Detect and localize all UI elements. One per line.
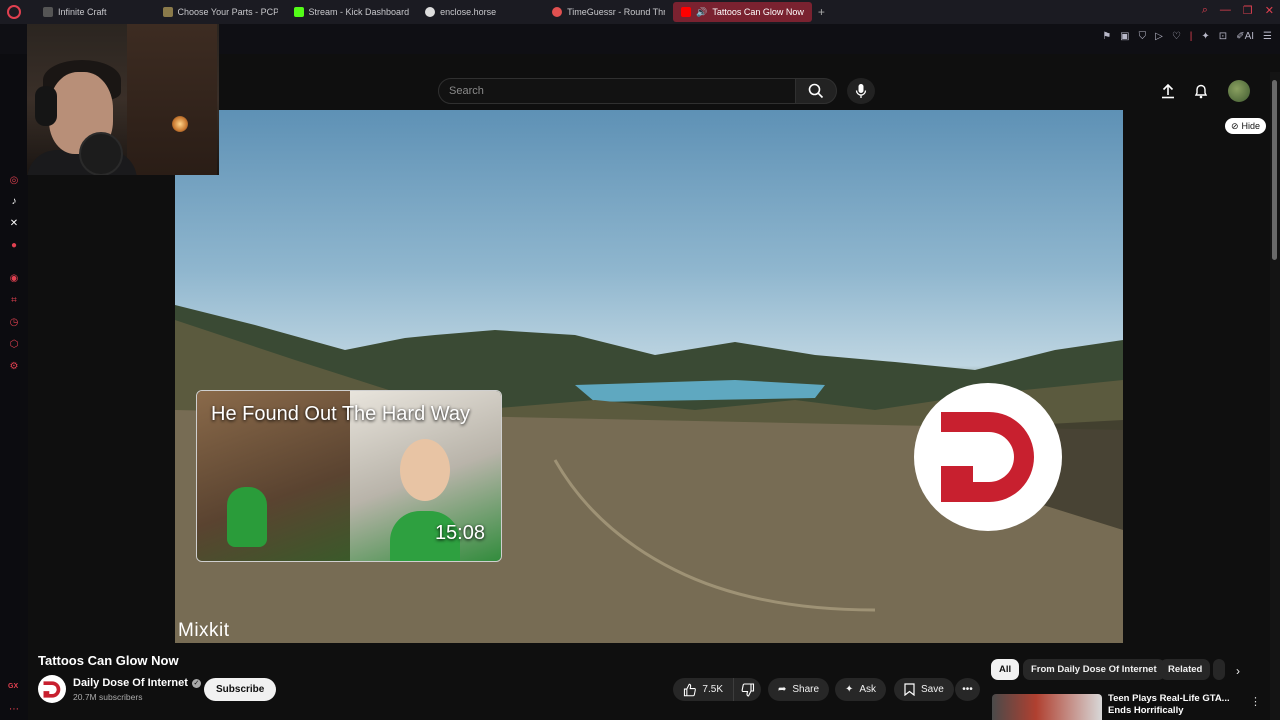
daily-dose-logo-icon bbox=[941, 412, 1034, 502]
more-horizontal-icon: ••• bbox=[962, 684, 973, 695]
endcard-duration: 15:08 bbox=[434, 522, 485, 544]
channel-endcard-logo[interactable] bbox=[914, 383, 1062, 531]
page-scrollbar[interactable] bbox=[1270, 72, 1280, 720]
pin-icon[interactable]: ⚑ bbox=[1102, 31, 1111, 42]
recommended-video-thumbnail[interactable] bbox=[992, 694, 1102, 720]
tab-timeguessr[interactable]: TimeGuessr - Round Thre bbox=[544, 0, 673, 24]
video-player[interactable] bbox=[175, 110, 1123, 643]
tab-tattoos-can-glow-now[interactable]: 🔊 Tattoos Can Glow Now bbox=[673, 2, 812, 22]
snapshot-icon[interactable]: ▣ bbox=[1120, 31, 1129, 42]
thumbs-up-icon bbox=[683, 683, 696, 696]
search-button[interactable] bbox=[795, 78, 837, 104]
verified-icon: ✓ bbox=[191, 678, 201, 688]
like-button[interactable]: 7.5K bbox=[673, 678, 733, 701]
chevron-right-icon[interactable]: › bbox=[1236, 664, 1240, 678]
channel-avatar[interactable] bbox=[38, 675, 66, 703]
more-vertical-icon[interactable]: ⋮ bbox=[1250, 695, 1261, 708]
subscriber-count: 20.7M subscribers bbox=[73, 692, 143, 702]
extensions-icon[interactable]: ✦ bbox=[1201, 31, 1209, 42]
endcard-video-thumbnail[interactable]: He Found Out The Hard Way 15:08 bbox=[196, 390, 502, 562]
tab-kick-dashboard[interactable]: Stream - Kick Dashboard bbox=[286, 0, 418, 24]
play-icon[interactable]: ▷ bbox=[1155, 31, 1163, 42]
thumbnail-figure bbox=[227, 487, 267, 547]
share-button[interactable]: ➦ Share bbox=[768, 678, 830, 701]
youtube-favicon-icon bbox=[681, 7, 692, 17]
upload-icon[interactable] bbox=[1159, 82, 1177, 100]
channel-logo-icon bbox=[43, 680, 61, 698]
aria-ai-button[interactable]: ✐AI bbox=[1236, 31, 1254, 42]
history-icon[interactable]: ◷ bbox=[8, 316, 20, 328]
minimize-icon[interactable]: — bbox=[1220, 4, 1231, 17]
shield-icon[interactable]: ⛉ bbox=[1139, 31, 1147, 42]
window-controls: ⌕ — ❐ ✕ bbox=[1202, 4, 1274, 17]
chip-related[interactable]: Related bbox=[1160, 659, 1211, 680]
subscribe-button[interactable]: Subscribe bbox=[204, 678, 277, 701]
new-tab-button[interactable]: + bbox=[818, 5, 825, 19]
eye-off-icon: ⊘ bbox=[1231, 120, 1239, 131]
chip-from-channel[interactable]: From Daily Dose Of Internet bbox=[1023, 659, 1165, 680]
hide-button[interactable]: ⊘ Hide bbox=[1225, 118, 1267, 134]
close-icon[interactable]: ✕ bbox=[1265, 4, 1274, 17]
streamer-webcam-overlay bbox=[27, 24, 219, 175]
channel-name[interactable]: Daily Dose Of Internet ✓ bbox=[73, 677, 201, 689]
account-avatar[interactable] bbox=[1228, 80, 1250, 102]
chip-partial[interactable] bbox=[1213, 659, 1225, 680]
gx-label: GX bbox=[8, 683, 19, 690]
headset-icon bbox=[35, 86, 57, 126]
extensions-sidebar-icon[interactable]: ⬡ bbox=[8, 338, 20, 350]
search-icon bbox=[808, 83, 824, 99]
opera-logo-icon[interactable] bbox=[7, 5, 21, 19]
endcard-title: He Found Out The Hard Way bbox=[211, 403, 471, 425]
instagram-icon[interactable]: ◎ bbox=[8, 174, 20, 186]
video-watermark: Mixkit bbox=[178, 620, 230, 641]
infinite-icon bbox=[43, 7, 53, 17]
timeguessr-icon bbox=[552, 7, 563, 17]
tab-enclose-horse[interactable]: enclose.horse bbox=[417, 0, 504, 24]
lock-icon[interactable]: ⊡ bbox=[1219, 31, 1227, 42]
landscape-scene bbox=[175, 305, 1123, 643]
divider-icon: | bbox=[1189, 31, 1193, 42]
thumbs-down-icon bbox=[741, 682, 754, 697]
notifications-bell-icon[interactable] bbox=[1192, 82, 1210, 100]
x-icon[interactable]: ✕ bbox=[8, 217, 20, 229]
scrollbar-thumb[interactable] bbox=[1272, 80, 1277, 260]
music-icon[interactable]: ● bbox=[8, 239, 20, 251]
pinboard-icon[interactable]: ⌗ bbox=[8, 294, 20, 306]
maximize-icon[interactable]: ❐ bbox=[1243, 4, 1253, 17]
pcpartpicker-icon bbox=[162, 7, 173, 17]
dislike-button[interactable] bbox=[733, 678, 761, 701]
browser-tab-strip: Infinite Craft Choose Your Parts - PCPa … bbox=[0, 0, 1280, 24]
tab-choose-your-parts[interactable]: Choose Your Parts - PCPa bbox=[155, 0, 286, 24]
bookmark-icon bbox=[904, 683, 915, 696]
horse-icon bbox=[425, 7, 436, 17]
chip-all[interactable]: All bbox=[991, 659, 1020, 680]
kick-icon bbox=[293, 7, 304, 17]
sparkle-icon: ✦ bbox=[845, 684, 854, 695]
microphone-prop bbox=[79, 132, 123, 175]
player-icon[interactable]: ◉ bbox=[8, 272, 20, 284]
more-actions-button[interactable]: ••• bbox=[955, 678, 980, 701]
extension-toolbar: ⚑ ▣ ⛉ ▷ ♡ | ✦ ⊡ ✐AI ☰ bbox=[1102, 31, 1272, 42]
settings-icon[interactable]: ⚙ bbox=[8, 360, 20, 372]
ask-button[interactable]: ✦ Ask bbox=[835, 678, 887, 701]
search-input[interactable]: Search bbox=[438, 78, 796, 104]
menu-icon[interactable]: ☰ bbox=[1263, 31, 1272, 42]
heart-icon[interactable]: ♡ bbox=[1172, 31, 1181, 42]
browser-sidebar: ◎ ♪ ✕ ● ◉ ⌗ ◷ ⬡ ⚙ ⋯ bbox=[0, 54, 28, 720]
voice-search-button[interactable] bbox=[847, 78, 875, 104]
more-sidebar-icon[interactable]: ⋯ bbox=[8, 703, 20, 715]
speaker-icon: 🔊 bbox=[696, 6, 708, 17]
microphone-icon bbox=[855, 84, 867, 98]
share-icon: ➦ bbox=[778, 684, 787, 695]
video-title: Tattoos Can Glow Now bbox=[38, 653, 179, 668]
recommended-video-title[interactable]: Teen Plays Real-Life GTA... Ends Horrifi… bbox=[1108, 693, 1248, 717]
tiktok-icon[interactable]: ♪ bbox=[8, 195, 20, 207]
save-button[interactable]: Save bbox=[894, 678, 954, 701]
tab-infinite-craft[interactable]: Infinite Craft bbox=[35, 0, 115, 24]
search-tabs-icon[interactable]: ⌕ bbox=[1202, 4, 1208, 17]
